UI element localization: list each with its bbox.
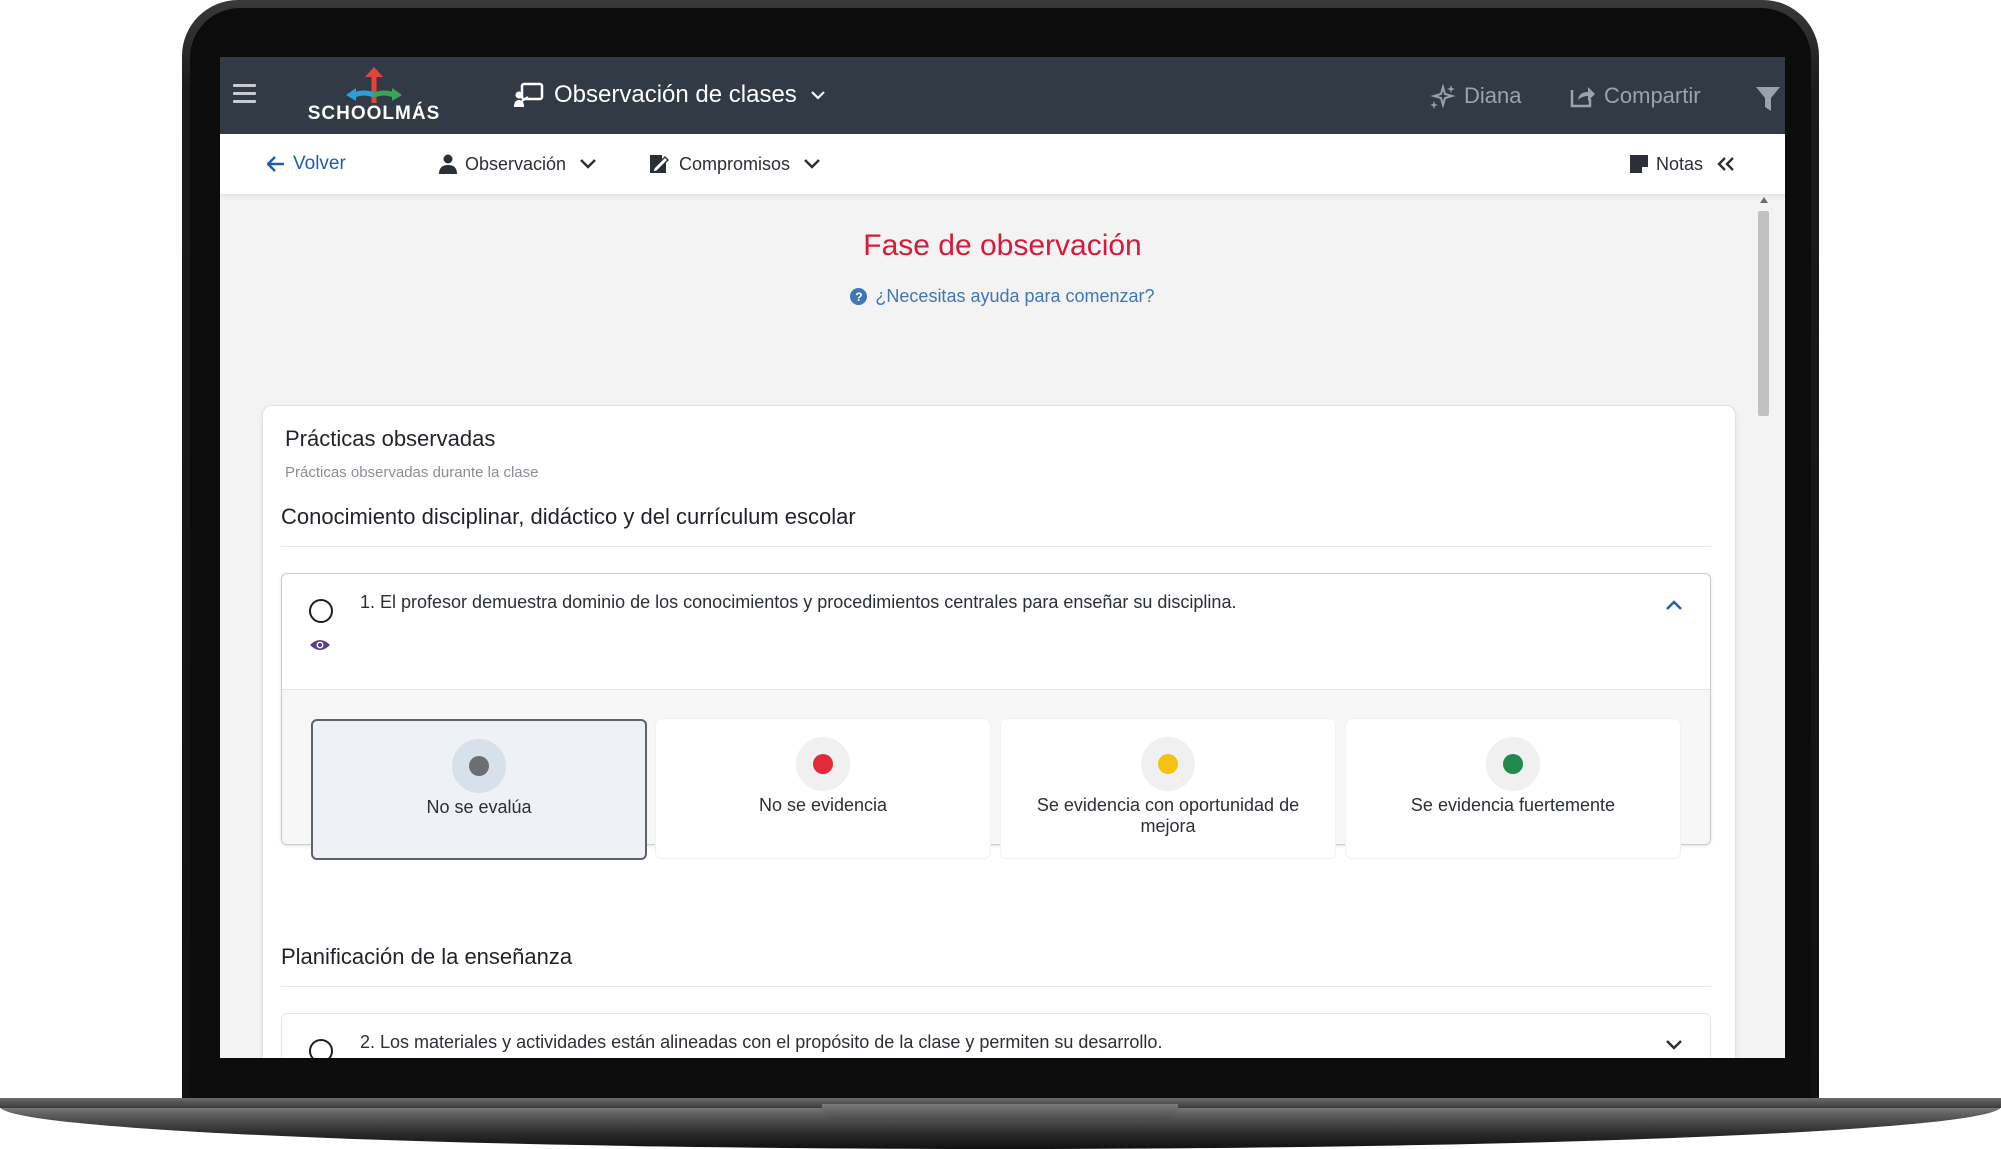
- help-icon: ?: [850, 288, 868, 305]
- section-heading: Conocimiento disciplinar, didáctico y de…: [281, 504, 1711, 547]
- scroll-thumb[interactable]: [1758, 211, 1769, 416]
- share-icon: [1570, 87, 1595, 108]
- evaluation-options: No se evalúa No se evidencia Se evidenci…: [311, 719, 1683, 860]
- option-dot-wrapper: [1486, 737, 1540, 791]
- module-title: Observación de clases: [554, 81, 797, 108]
- logo-text: SCHOOLMÁS: [307, 103, 441, 124]
- indicator-text: 2. Los materiales y actividades están al…: [360, 1032, 1163, 1052]
- main-content: Fase de observación ? ¿Necesitas ayuda p…: [220, 194, 1755, 1058]
- indicator-text: 1. El profesor demuestra dominio de los …: [360, 592, 1237, 612]
- arrow-left-icon: [267, 156, 284, 172]
- help-link[interactable]: ? ¿Necesitas ayuda para comenzar?: [220, 286, 1785, 307]
- note-icon: [1630, 155, 1648, 173]
- status-dot-gray: [469, 756, 489, 776]
- double-chevron-left-icon[interactable]: [1717, 157, 1735, 171]
- option-dot-wrapper: [452, 739, 506, 793]
- sub-navigation: Volver Observación Compromisos Notas: [220, 134, 1785, 195]
- option-label: Se evidencia con oportunidad de mejora: [1036, 795, 1300, 836]
- filter-icon: [1756, 87, 1780, 111]
- status-dot-red: [813, 754, 833, 774]
- chevron-down-icon: [580, 159, 596, 169]
- vertical-scrollbar[interactable]: [1756, 197, 1770, 1058]
- option-label: No se evalúa: [426, 797, 532, 817]
- page-title: Fase de observación: [863, 229, 1142, 262]
- indicator-2: 2. Los materiales y actividades están al…: [281, 1013, 1711, 1058]
- compromisos-label: Compromisos: [679, 153, 791, 174]
- status-dot-yellow: [1158, 754, 1178, 774]
- module-selector[interactable]: Observación de clases: [514, 78, 825, 112]
- chevron-down-icon: [811, 90, 825, 100]
- card-subtitle: Prácticas observadas durante la clase: [285, 464, 539, 481]
- share-label: Compartir: [1604, 83, 1701, 108]
- filter-button[interactable]: [1756, 83, 1780, 117]
- app-screen: SCHOOLMÁS Observación de clases Diana Co…: [220, 57, 1785, 1058]
- presentation-icon: [514, 82, 544, 107]
- option-label: No se evidencia: [758, 795, 888, 815]
- diana-label: Diana: [1464, 83, 1522, 108]
- card-title: Prácticas observadas: [285, 426, 496, 451]
- option-dot-wrapper: [1141, 737, 1195, 791]
- observacion-dropdown[interactable]: Observación: [439, 134, 596, 194]
- chevron-down-icon: [804, 159, 820, 169]
- chevron-down-icon[interactable]: [1666, 1040, 1682, 1050]
- option-se-evidencia-fuertemente[interactable]: Se evidencia fuertemente: [1346, 719, 1680, 858]
- option-no-se-evidencia[interactable]: No se evidencia: [656, 719, 990, 858]
- logo-arrows-icon: [346, 67, 402, 103]
- chevron-up-icon[interactable]: [1666, 600, 1682, 610]
- indicator-radio[interactable]: [309, 1039, 333, 1058]
- sparkle-icon: [1430, 83, 1456, 109]
- edit-document-icon: [650, 155, 669, 173]
- indicator-header[interactable]: 1. El profesor demuestra dominio de los …: [282, 574, 1710, 690]
- option-label: Se evidencia fuertemente: [1410, 795, 1616, 815]
- logo[interactable]: SCHOOLMÁS: [304, 65, 444, 127]
- option-dot-wrapper: [796, 737, 850, 791]
- help-link-text: ¿Necesitas ayuda para comenzar?: [875, 286, 1155, 306]
- hamburger-icon[interactable]: [233, 84, 256, 104]
- option-se-evidencia-con-mejora[interactable]: Se evidencia con oportunidad de mejora: [1001, 719, 1335, 858]
- notas-label: Notas: [1656, 153, 1704, 174]
- status-dot-green: [1503, 754, 1523, 774]
- back-label: Volver: [293, 153, 346, 174]
- scroll-up-arrow[interactable]: [1760, 197, 1768, 203]
- practices-card: Prácticas observadas Prácticas observada…: [262, 405, 1736, 1058]
- user-icon: [439, 154, 457, 174]
- indicator-1: 1. El profesor demuestra dominio de los …: [281, 573, 1711, 860]
- diana-button[interactable]: Diana: [1430, 79, 1521, 113]
- section-heading: Planificación de la enseñanza: [281, 944, 1711, 987]
- eye-icon[interactable]: [309, 638, 331, 652]
- option-no-se-evalua[interactable]: No se evalúa: [311, 719, 647, 860]
- back-button[interactable]: Volver: [267, 134, 346, 194]
- indicator-header[interactable]: 2. Los materiales y actividades están al…: [282, 1014, 1710, 1058]
- share-button[interactable]: Compartir: [1570, 79, 1701, 113]
- compromisos-dropdown[interactable]: Compromisos: [649, 134, 820, 194]
- observacion-label: Observación: [465, 153, 567, 174]
- notas-button[interactable]: Notas: [1630, 134, 1735, 194]
- laptop-notch: [822, 1104, 1178, 1120]
- top-bar: SCHOOLMÁS Observación de clases Diana Co…: [220, 57, 1785, 134]
- indicator-radio[interactable]: [309, 599, 333, 623]
